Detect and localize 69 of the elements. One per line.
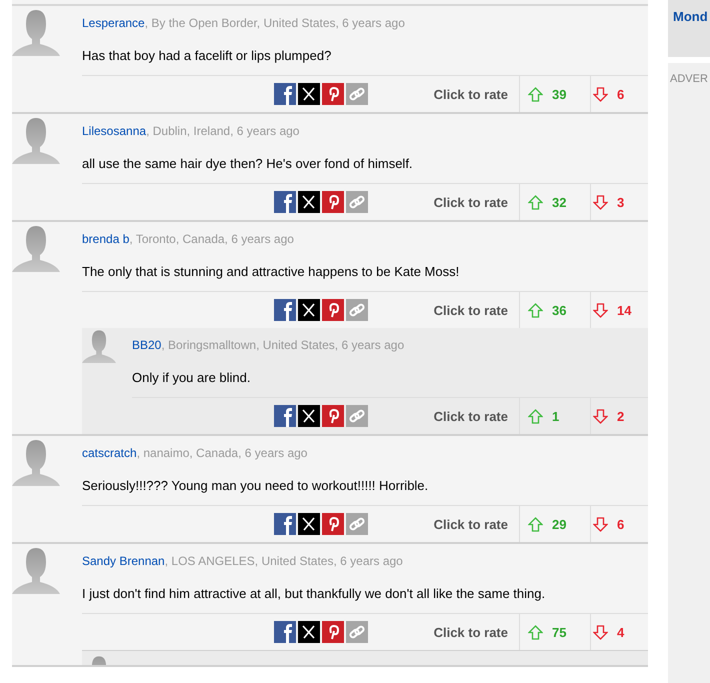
avatar-icon [82,329,116,363]
like-count: 1 [552,408,560,424]
rate-label[interactable]: Click to rate [434,516,508,532]
comment-meta: catscratch, nanaimo, Canada, 6 years ago [82,445,308,461]
comment-meta: brenda b, Toronto, Canada, 6 years ago [82,231,295,247]
facebook-icon[interactable] [274,83,296,105]
down-arrow-icon[interactable] [593,194,608,210]
comment-text: The only that is stunning and attractive happens to be Kate Moss! [82,264,460,281]
dislike-count: 2 [617,408,624,424]
rate-label[interactable]: Click to rate [434,624,508,640]
rate-label[interactable]: Click to rate [434,194,508,210]
avatar-icon [12,8,60,56]
like-count: 36 [552,302,566,318]
down-arrow-icon[interactable] [593,624,608,640]
facebook-icon[interactable] [274,191,296,213]
facebook-icon[interactable] [274,405,296,427]
facebook-icon[interactable] [274,621,296,643]
dislike-count: 6 [617,516,624,532]
comment-meta: Lesperance, By the Open Border, United States, 6 years ago [82,15,406,31]
comment-meta: Lilesosanna, Dublin, Ireland, 6 years ago [82,123,300,139]
dislike-count: 4 [617,624,624,640]
comment-text: all use the same hair dye then? He's over fond of himself. [82,156,414,173]
like-count: 32 [552,194,566,210]
comment-text: Only if you are blind. [132,370,252,387]
down-arrow-icon[interactable] [593,408,608,424]
x-icon[interactable] [298,299,320,321]
promo-headline[interactable]: Mond [673,9,710,24]
thumbs-up-arrow-icon[interactable] [528,624,543,640]
comment-text: Seriously!!!??? Young man you need to workout!!!!! Horrible. [82,478,430,495]
down-arrow-icon[interactable] [593,516,608,532]
rate-label[interactable]: Click to rate [434,302,508,318]
dislike-count: 3 [617,194,624,210]
x-icon[interactable] [298,191,320,213]
pinterest-icon[interactable] [322,405,344,427]
comment-meta: Sandy Brennan, LOS ANGELES, United States, 6 years ago [82,553,404,569]
x-icon[interactable] [298,405,320,427]
comment-meta: BB20, Boringsmalltown, United States, 6 years ago [132,337,406,353]
like-count: 29 [552,516,566,532]
thumbs-up-arrow-icon[interactable] [528,86,543,102]
down-arrow-icon[interactable] [593,86,608,102]
avatar-icon [12,546,60,594]
facebook-icon[interactable] [274,513,296,535]
thumbs-up-arrow-icon[interactable] [528,408,543,424]
avatar-icon [12,224,60,272]
like-count: 75 [552,624,566,640]
pinterest-icon[interactable] [322,83,344,105]
comment-text: Has that boy had a facelift or lips plumped? [82,48,332,65]
pinterest-icon[interactable] [322,621,344,643]
promo-card[interactable]: Mond [668,0,710,57]
pinterest-icon[interactable] [322,191,344,213]
rate-label[interactable]: Click to rate [434,86,508,102]
avatar-icon [12,438,60,486]
like-count: 39 [552,86,566,102]
comment-text: I just don't find him attractive at all, but thankfully we don't all like the same thing. [82,586,546,603]
x-icon[interactable] [298,83,320,105]
avatar-icon [12,116,60,164]
dislike-count: 6 [617,86,624,102]
facebook-icon[interactable] [274,299,296,321]
thumbs-up-arrow-icon[interactable] [528,194,543,210]
pinterest-icon[interactable] [322,299,344,321]
pinterest-icon[interactable] [322,513,344,535]
rate-label[interactable]: Click to rate [434,408,508,424]
x-icon[interactable] [298,621,320,643]
thumbs-up-arrow-icon[interactable] [528,516,543,532]
dislike-count: 14 [617,302,632,318]
advert-label: ADVER [670,73,708,85]
x-icon[interactable] [298,513,320,535]
thumbs-up-arrow-icon[interactable] [528,302,543,318]
down-arrow-icon[interactable] [593,302,608,318]
